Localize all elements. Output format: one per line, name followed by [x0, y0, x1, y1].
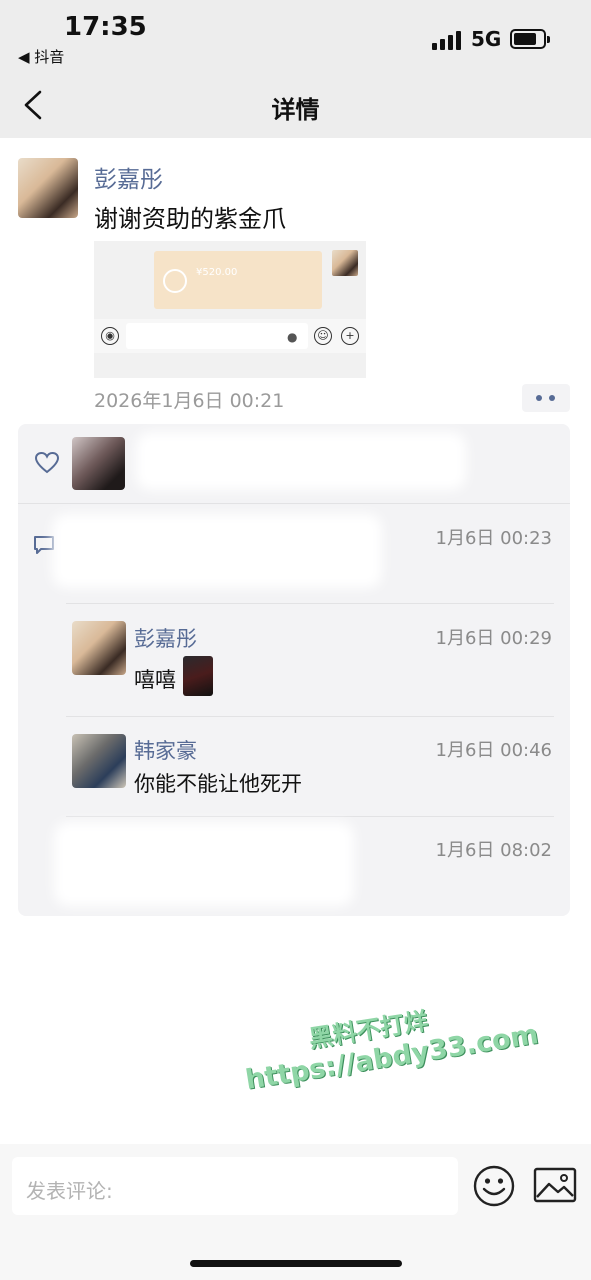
divider	[66, 816, 554, 817]
image-input-box	[126, 323, 308, 349]
comment-text: 你能不能让他死开	[134, 772, 302, 796]
smiley-face-icon[interactable]	[472, 1164, 516, 1208]
commenter-name[interactable]: 彭嘉彤	[134, 623, 197, 653]
divider	[18, 503, 570, 504]
image-avatar	[332, 250, 358, 276]
redacted-likers	[136, 432, 466, 490]
comment-placeholder: 发表评论:	[26, 1179, 113, 1203]
more-dots-icon[interactable]	[522, 384, 570, 412]
sticker-image	[183, 656, 213, 696]
heart-outline-icon	[34, 451, 60, 474]
author-avatar[interactable]	[18, 158, 78, 218]
author-name[interactable]: 彭嘉彤	[94, 160, 163, 194]
emoji-icon: ☺	[314, 327, 332, 345]
transfer-card: ¥520.00	[154, 251, 322, 309]
plus-icon: +	[341, 327, 359, 345]
network-type: 5G	[471, 27, 502, 51]
back-to-app-link[interactable]: ◀ 抖音	[18, 46, 64, 67]
comment-time: 1月6日 08:02	[435, 840, 553, 861]
comment-text: 嘻嘻	[134, 668, 176, 692]
page-title: 详情	[271, 96, 320, 124]
battery-icon	[510, 29, 550, 49]
post-date: 2026年1月6日 00:21	[94, 390, 285, 412]
home-indicator	[190, 1260, 402, 1267]
comment-time: 1月6日 00:23	[435, 528, 553, 549]
status-time: 17:35	[64, 12, 147, 42]
commenter-name[interactable]: 韩家豪	[134, 735, 197, 765]
redacted-comment	[52, 514, 382, 588]
post-text: 谢谢资助的紫金爪	[94, 205, 286, 233]
check-circle-icon	[163, 269, 187, 293]
commenter-avatar[interactable]	[72, 734, 126, 788]
comment-time: 1月6日 00:29	[435, 628, 553, 649]
voice-icon: ◉	[101, 327, 119, 345]
commenter-avatar[interactable]	[72, 621, 126, 675]
post-image[interactable]: ¥520.00 ◉ ● ☺ +	[94, 241, 366, 378]
divider	[66, 603, 554, 604]
divider	[66, 716, 554, 717]
mic-icon: ●	[287, 330, 298, 344]
image-icon[interactable]	[532, 1166, 578, 1204]
transfer-amount: ¥520.00	[196, 267, 238, 278]
redacted-comment	[54, 822, 354, 906]
liker-avatar[interactable]	[72, 437, 125, 490]
comment-time: 1月6日 00:46	[435, 740, 553, 761]
signal-icon	[432, 30, 464, 50]
